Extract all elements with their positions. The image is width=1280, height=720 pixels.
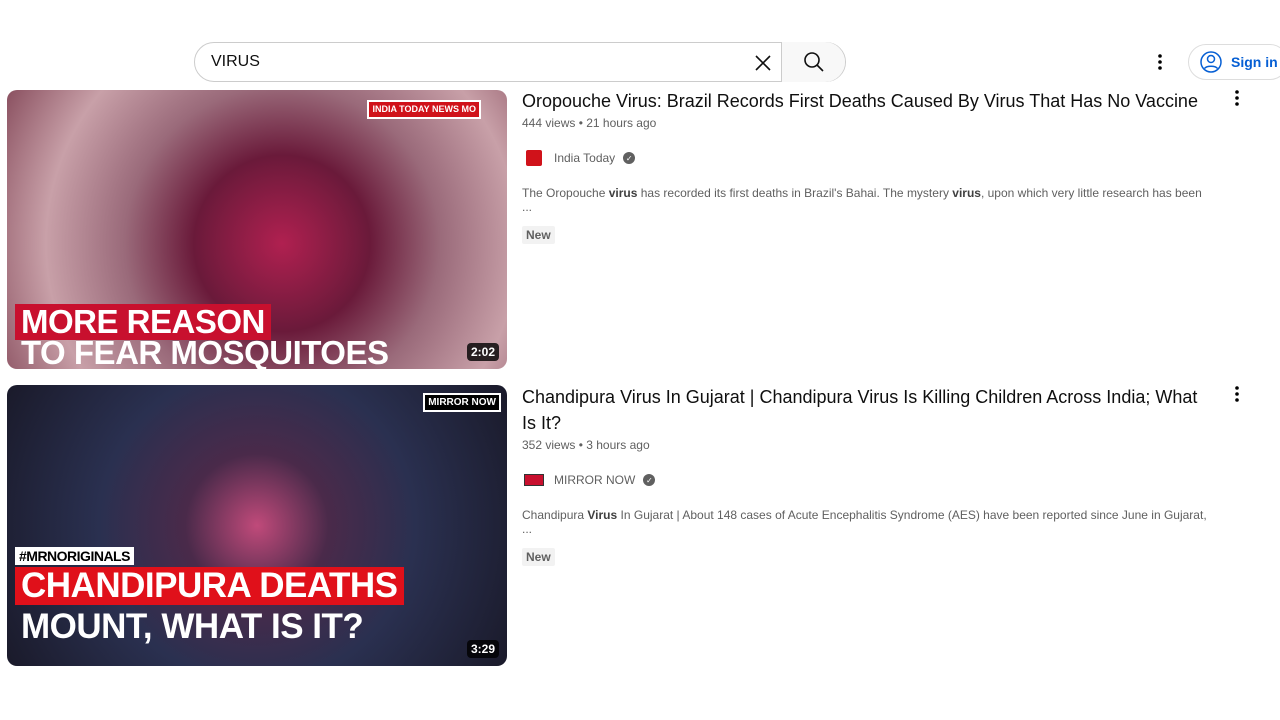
video-thumbnail[interactable]: MIRROR NOW #MRNORIGINALS CHANDIPURA DEAT… [7,385,507,666]
video-thumbnail[interactable]: INDIA TODAY NEWS MO MORE REASON TO FEAR … [7,90,507,369]
channel-avatar [522,468,546,492]
channel-name[interactable]: India Today [554,151,615,165]
search-button[interactable] [781,42,845,82]
video-description: The Oropouche virus has recorded its fir… [522,186,1202,214]
clear-search-icon[interactable] [751,51,775,75]
video-info: Chandipura Virus In Gujarat | Chandipura… [522,384,1212,566]
thumbnail-caption: CHANDIPURA DEATHS [15,567,404,605]
search-icon [803,52,824,72]
upload-age: 21 hours ago [586,116,657,130]
upload-age: 3 hours ago [586,438,650,452]
thumbnail-caption: #MRNORIGINALS [15,547,134,565]
view-count: 352 views [522,438,576,452]
thumbnail-caption: MOUNT, WHAT IS IT? [21,607,364,646]
new-badge: New [522,226,555,244]
thumbnail-caption: TO FEAR MOSQUITOES [21,334,389,370]
channel-avatar [522,146,546,170]
settings-more-icon[interactable] [1148,50,1172,74]
video-info: Oropouche Virus: Brazil Records First De… [522,88,1212,244]
more-actions-icon[interactable] [1225,382,1249,406]
verified-icon: ✓ [623,152,636,164]
search-input[interactable] [211,53,751,71]
channel-watermark: INDIA TODAY NEWS MO [367,100,481,119]
channel-name[interactable]: MIRROR NOW [554,473,635,487]
sign-in-label: Sign in [1231,54,1278,70]
more-actions-icon[interactable] [1225,86,1249,110]
account-icon [1200,51,1222,73]
video-description: Chandipura Virus In Gujarat | About 148 … [522,508,1207,536]
verified-icon: ✓ [643,474,656,486]
video-title[interactable]: Oropouche Virus: Brazil Records First De… [522,88,1212,114]
duration-badge: 2:02 [466,343,499,361]
new-badge: New [522,548,555,566]
channel-watermark: MIRROR NOW [423,393,501,412]
view-count: 444 views [522,116,576,130]
video-title[interactable]: Chandipura Virus In Gujarat | Chandipura… [522,384,1212,436]
duration-badge: 3:29 [466,640,499,658]
channel-link[interactable]: MIRROR NOW ✓ [522,468,1212,492]
channel-link[interactable]: India Today ✓ [522,146,1212,170]
sign-in-button[interactable]: Sign in [1188,44,1280,80]
search-box[interactable] [194,42,846,82]
